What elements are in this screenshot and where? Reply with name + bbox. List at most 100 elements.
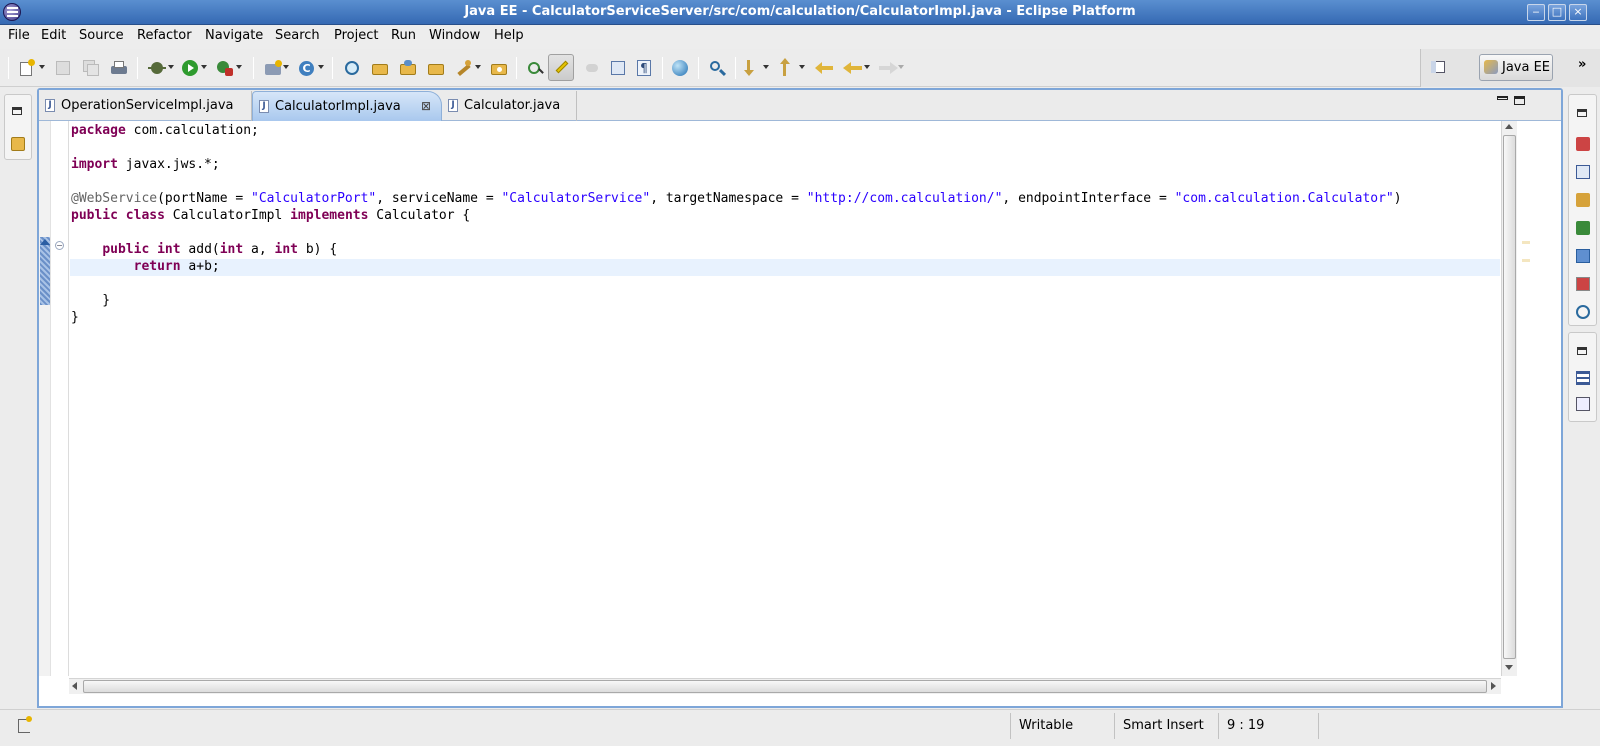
overview-ruler[interactable] — [1519, 121, 1533, 676]
console-view-icon[interactable] — [1576, 249, 1590, 263]
scroll-left-icon[interactable] — [72, 682, 77, 690]
scroll-right-icon[interactable] — [1491, 682, 1496, 690]
menu-edit[interactable]: Edit — [41, 28, 66, 43]
code-line[interactable]: return a+b; — [70, 259, 1500, 276]
code-line[interactable]: } — [70, 310, 1500, 327]
snippets-view-icon[interactable] — [1576, 221, 1590, 235]
menu-search[interactable]: Search — [275, 28, 320, 43]
vertical-scroll-thumb[interactable] — [1503, 135, 1516, 659]
code-line[interactable]: @WebService(portName = "CalculatorPort",… — [70, 191, 1500, 208]
outline-view-icon[interactable] — [1576, 371, 1590, 385]
chevron-down-icon[interactable] — [864, 65, 870, 69]
chevron-down-icon[interactable] — [763, 65, 769, 69]
tab-operation-service-impl[interactable]: J OperationServiceImpl.java — [39, 91, 252, 121]
code-line[interactable] — [70, 225, 1500, 242]
chevron-down-icon[interactable] — [201, 65, 207, 69]
overview-marker[interactable] — [1522, 259, 1530, 262]
close-icon[interactable]: × — [1569, 4, 1587, 21]
properties-view-icon[interactable] — [1576, 165, 1590, 179]
scroll-down-icon[interactable] — [1505, 665, 1513, 670]
restore-icon[interactable] — [1577, 347, 1587, 355]
collapse-fold-icon[interactable]: − — [55, 241, 64, 250]
menu-navigate[interactable]: Navigate — [205, 28, 263, 43]
code-line[interactable]: public int add(int a, int b) { — [70, 242, 1500, 259]
mark-occurrences-toggle[interactable] — [548, 54, 574, 81]
code-line[interactable]: import javax.jws.*; — [70, 157, 1500, 174]
menu-file[interactable]: File — [8, 28, 30, 43]
menu-window[interactable]: Window — [429, 28, 480, 43]
scroll-up-icon[interactable] — [1505, 124, 1513, 129]
task-list-icon[interactable] — [1576, 397, 1590, 411]
menu-refactor[interactable]: Refactor — [137, 28, 192, 43]
search-icon[interactable] — [708, 58, 728, 78]
menu-source[interactable]: Source — [79, 28, 124, 43]
back-icon[interactable] — [843, 58, 863, 78]
override-indicator-icon[interactable] — [40, 239, 50, 245]
data-source-explorer-icon[interactable] — [1576, 193, 1590, 207]
globe-icon[interactable] — [670, 58, 690, 78]
maximize-view-icon[interactable] — [1514, 96, 1525, 105]
chevron-down-icon[interactable] — [236, 65, 242, 69]
tab-calculator-impl[interactable]: J CalculatorImpl.java ⊠ — [252, 91, 442, 121]
save-icon[interactable] — [53, 58, 73, 78]
chevron-down-icon[interactable] — [318, 65, 324, 69]
menu-project[interactable]: Project — [334, 28, 378, 43]
progress-view-icon[interactable] — [1576, 305, 1590, 319]
chevron-down-icon[interactable] — [39, 65, 45, 69]
code-line[interactable] — [70, 174, 1500, 191]
menu-help[interactable]: Help — [494, 28, 524, 43]
chevron-down-icon[interactable] — [283, 65, 289, 69]
problems-view-icon[interactable] — [1576, 277, 1590, 291]
java-file-icon: J — [448, 99, 458, 112]
open-resource-icon[interactable] — [398, 58, 418, 78]
previous-annotation-icon[interactable] — [779, 58, 799, 78]
tab-calculator[interactable]: J Calculator.java — [442, 91, 577, 121]
code-line[interactable]: package com.calculation; — [70, 123, 1500, 140]
chevron-down-icon[interactable] — [168, 65, 174, 69]
new-project-icon[interactable] — [263, 58, 283, 78]
chevron-down-icon[interactable] — [475, 65, 481, 69]
save-all-icon[interactable] — [81, 58, 101, 78]
code-line[interactable]: } — [70, 293, 1500, 310]
minimize-icon[interactable]: ‒ — [1527, 4, 1545, 21]
run-icon[interactable] — [180, 58, 200, 78]
open-type-icon[interactable] — [370, 58, 390, 78]
web-browser-icon[interactable] — [342, 58, 362, 78]
open-folder-icon[interactable] — [426, 58, 446, 78]
open-perspective-icon[interactable] — [489, 58, 509, 78]
restore-icon[interactable] — [12, 107, 22, 115]
print-icon[interactable] — [109, 58, 129, 78]
close-tab-icon[interactable]: ⊠ — [421, 99, 431, 113]
java-ee-perspective-button[interactable]: Java EE — [1479, 54, 1553, 81]
open-task-icon[interactable] — [454, 58, 474, 78]
debug-icon[interactable] — [147, 58, 167, 78]
servers-view-icon[interactable] — [1576, 137, 1590, 151]
code-line[interactable] — [70, 276, 1500, 293]
maximize-icon[interactable]: □ — [1548, 4, 1566, 21]
minimize-view-icon[interactable] — [1497, 96, 1508, 100]
block-selection-icon[interactable] — [582, 58, 602, 78]
external-tools-icon[interactable] — [215, 58, 235, 78]
overview-marker[interactable] — [1522, 241, 1530, 244]
show-whitespace-icon[interactable]: ¶ — [634, 58, 654, 78]
project-explorer-icon[interactable] — [11, 137, 25, 151]
horizontal-scrollbar[interactable] — [69, 678, 1501, 694]
chevron-down-icon[interactable] — [898, 65, 904, 69]
forward-icon[interactable] — [878, 58, 898, 78]
vertical-scrollbar[interactable] — [1501, 121, 1517, 676]
toggle-breadcrumb-icon[interactable] — [526, 58, 546, 78]
next-annotation-icon[interactable] — [743, 58, 763, 78]
horizontal-scroll-thumb[interactable] — [83, 680, 1487, 693]
menu-run[interactable]: Run — [391, 28, 416, 43]
new-class-icon[interactable]: C — [297, 58, 317, 78]
new-icon[interactable] — [17, 58, 37, 78]
chevron-right-icon[interactable]: » — [1578, 57, 1586, 72]
show-whitespace-block-icon[interactable] — [608, 58, 628, 78]
last-edit-location-icon[interactable] — [815, 58, 835, 78]
code-line[interactable] — [70, 140, 1500, 157]
code-line[interactable]: public class CalculatorImpl implements C… — [70, 208, 1500, 225]
restore-icon[interactable] — [1577, 109, 1587, 117]
chevron-down-icon[interactable] — [799, 65, 805, 69]
open-perspective-button[interactable] — [1428, 58, 1448, 78]
code-editor[interactable]: package com.calculation; import javax.jws… — [70, 121, 1500, 676]
